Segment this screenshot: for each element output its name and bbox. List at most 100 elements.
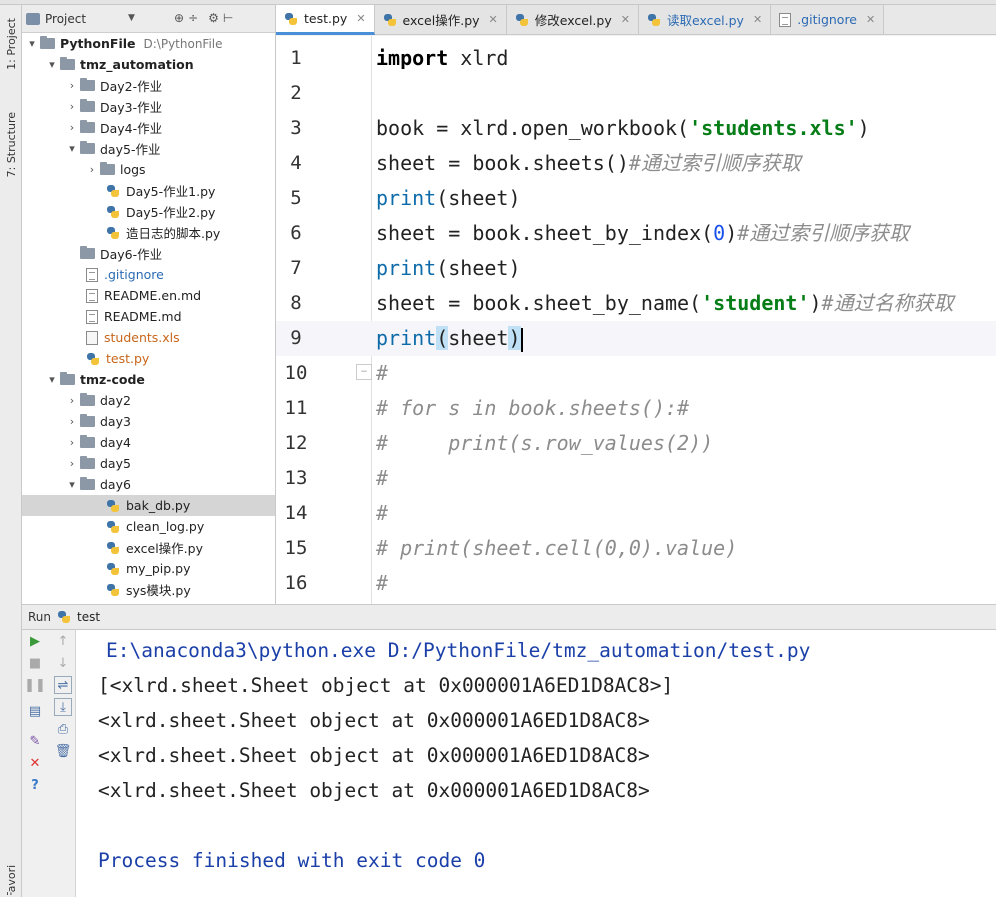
project-tool-tab[interactable]: 1: Project	[0, 15, 22, 73]
code-line[interactable]: 2	[276, 76, 996, 111]
chevron-down-icon[interactable]: ▾	[66, 478, 78, 491]
python-file-icon	[106, 226, 120, 240]
rerun-icon[interactable]: ▶	[26, 632, 44, 650]
structure-tool-tab-label: 7: Structure	[4, 112, 18, 178]
tree-folder[interactable]: › day3	[22, 411, 275, 432]
close-icon[interactable]: ✕	[356, 12, 365, 25]
structure-tool-tab[interactable]: 7: Structure	[0, 105, 22, 185]
tree-folder[interactable]: › day5	[22, 453, 275, 474]
close-icon[interactable]: ✕	[866, 13, 875, 26]
tree-folder[interactable]: › day2	[22, 390, 275, 411]
target-icon[interactable]: ⊕	[174, 11, 184, 25]
tree-file[interactable]: Day5-作业2.py	[22, 201, 275, 222]
close-icon[interactable]: ✕	[26, 754, 44, 772]
editor-tab[interactable]: test.py ✕	[276, 5, 375, 35]
collapse-icon[interactable]: ÷	[188, 11, 198, 25]
tree-file[interactable]: my_pip.py	[22, 558, 275, 579]
chevron-down-icon[interactable]: ▾	[66, 142, 78, 155]
tree-file[interactable]: README.en.md	[22, 285, 275, 306]
code-line[interactable]: 4 sheet = book.sheets()#通过索引顺序获取	[276, 146, 996, 181]
pin-icon[interactable]: ✎	[26, 732, 44, 750]
code-line[interactable]: 7 print(sheet)	[276, 251, 996, 286]
tree-file[interactable]: test.py	[22, 348, 275, 369]
tree-file[interactable]: students.xls	[22, 327, 275, 348]
close-icon[interactable]: ✕	[621, 13, 630, 26]
tree-folder[interactable]: › Day2-作业	[22, 75, 275, 96]
tree-file[interactable]: Day5-作业1.py	[22, 180, 275, 201]
tree-folder[interactable]: Day6-作业	[22, 243, 275, 264]
stop-icon[interactable]: ■	[26, 654, 44, 672]
pause-icon[interactable]: ❚❚	[24, 676, 46, 694]
editor-tab[interactable]: 读取excel.py ✕	[638, 5, 772, 34]
editor-tab[interactable]: excel操作.py ✕	[374, 5, 507, 34]
code-line[interactable]: 5 print(sheet)	[276, 181, 996, 216]
tree-folder[interactable]: › Day4-作业	[22, 117, 275, 138]
project-panel-title[interactable]: Project	[45, 12, 86, 26]
chevron-down-icon[interactable]: ▾	[46, 373, 58, 386]
chevron-down-icon[interactable]: ▾	[46, 58, 58, 71]
tree-folder[interactable]: ▾ tmz-code	[22, 369, 275, 390]
code-line[interactable]: 15 # print(sheet.cell(0,0).value)	[276, 531, 996, 566]
run-config-name[interactable]: test	[77, 610, 100, 624]
favorites-tool-tab[interactable]: 2: Favorites	[0, 865, 22, 895]
tree-folder[interactable]: ▾ day6	[22, 474, 275, 495]
tree-folder[interactable]: ▾ tmz_automation	[22, 54, 275, 75]
tree-file[interactable]: .gitignore	[22, 264, 275, 285]
chevron-right-icon[interactable]: ›	[66, 394, 78, 407]
code-line[interactable]: 11 # for s in book.sheets():#	[276, 391, 996, 426]
tree-file[interactable]: README.md	[22, 306, 275, 327]
tree-root[interactable]: ▾ PythonFile D:\PythonFile	[22, 33, 275, 54]
chevron-right-icon[interactable]: ›	[86, 163, 98, 176]
code-line[interactable]: 14 #	[276, 496, 996, 531]
tree-item-label: day4	[100, 435, 131, 450]
close-icon[interactable]: ✕	[753, 13, 762, 26]
tree-file[interactable]: clean_log.py	[22, 516, 275, 537]
tree-item-label: Day3-作业	[100, 100, 163, 115]
up-arrow-icon[interactable]: ↑	[54, 632, 72, 650]
chevron-down-icon[interactable]: ▾	[26, 37, 38, 50]
line-number: 7	[290, 257, 302, 279]
gear-icon[interactable]: ⚙	[208, 11, 219, 25]
code-line[interactable]: 3 book = xlrd.open_workbook('students.xls…	[276, 111, 996, 146]
help-icon[interactable]: ?	[26, 776, 44, 794]
code-line[interactable]: 8 sheet = book.sheet_by_name('student')#通…	[276, 286, 996, 321]
trash-icon[interactable]: 🗑	[54, 742, 72, 760]
code-line[interactable]: 10 #	[276, 356, 996, 391]
code-editor[interactable]: 1 import xlrd 2 3 book = xlrd.open_workbook(…	[276, 36, 996, 604]
close-icon[interactable]: ✕	[489, 13, 498, 26]
tree-file[interactable]: sys模块.py	[22, 579, 275, 600]
hide-icon[interactable]: ⊢	[223, 11, 233, 25]
layout-icon[interactable]: ▤	[26, 702, 44, 720]
tree-file[interactable]: bak_db.py	[22, 495, 275, 516]
chevron-right-icon[interactable]: ›	[66, 121, 78, 134]
tree-folder[interactable]: › day4	[22, 432, 275, 453]
down-arrow-icon[interactable]: ↓	[54, 654, 72, 672]
tree-file[interactable]: 造日志的脚本.py	[22, 222, 275, 243]
chevron-down-icon[interactable]: ▼	[128, 13, 135, 23]
chevron-right-icon[interactable]: ›	[66, 457, 78, 470]
tree-folder[interactable]: ▾ day5-作业	[22, 138, 275, 159]
fold-icon[interactable]: −	[356, 364, 372, 380]
tree-item-label: day2	[100, 393, 131, 408]
tree-folder[interactable]: › logs	[22, 159, 275, 180]
run-console[interactable]: E:\anaconda3\python.exe D:/PythonFile/tm…	[76, 630, 996, 897]
code-line[interactable]: 1 import xlrd	[276, 41, 996, 76]
code-line[interactable]: 12 # print(s.row_values(2))	[276, 426, 996, 461]
chevron-right-icon[interactable]: ›	[66, 100, 78, 113]
chevron-right-icon[interactable]: ›	[66, 79, 78, 92]
chevron-right-icon[interactable]: ›	[66, 436, 78, 449]
soft-wrap-icon[interactable]: ⇌	[54, 676, 72, 694]
code-line[interactable]: 6 sheet = book.sheet_by_index(0)#通过索引顺序获取	[276, 216, 996, 251]
editor-tab[interactable]: .gitignore ✕	[771, 5, 885, 34]
scroll-end-icon[interactable]: ⤓	[54, 698, 72, 716]
print-icon[interactable]: ⎙	[54, 720, 72, 738]
project-tool-tab-label: 1: Project	[4, 18, 18, 70]
tree-folder[interactable]: › Day3-作业	[22, 96, 275, 117]
editor-tab[interactable]: 修改excel.py ✕	[506, 5, 639, 34]
code-line[interactable]: 16 #	[276, 566, 996, 601]
code-line[interactable]: 9 print(sheet)	[276, 321, 996, 356]
tree-file[interactable]: excel操作.py	[22, 537, 275, 558]
chevron-right-icon[interactable]: ›	[66, 415, 78, 428]
console-line: <xlrd.sheet.Sheet object at 0x000001A6ED…	[98, 779, 650, 802]
code-line[interactable]: 13 #	[276, 461, 996, 496]
